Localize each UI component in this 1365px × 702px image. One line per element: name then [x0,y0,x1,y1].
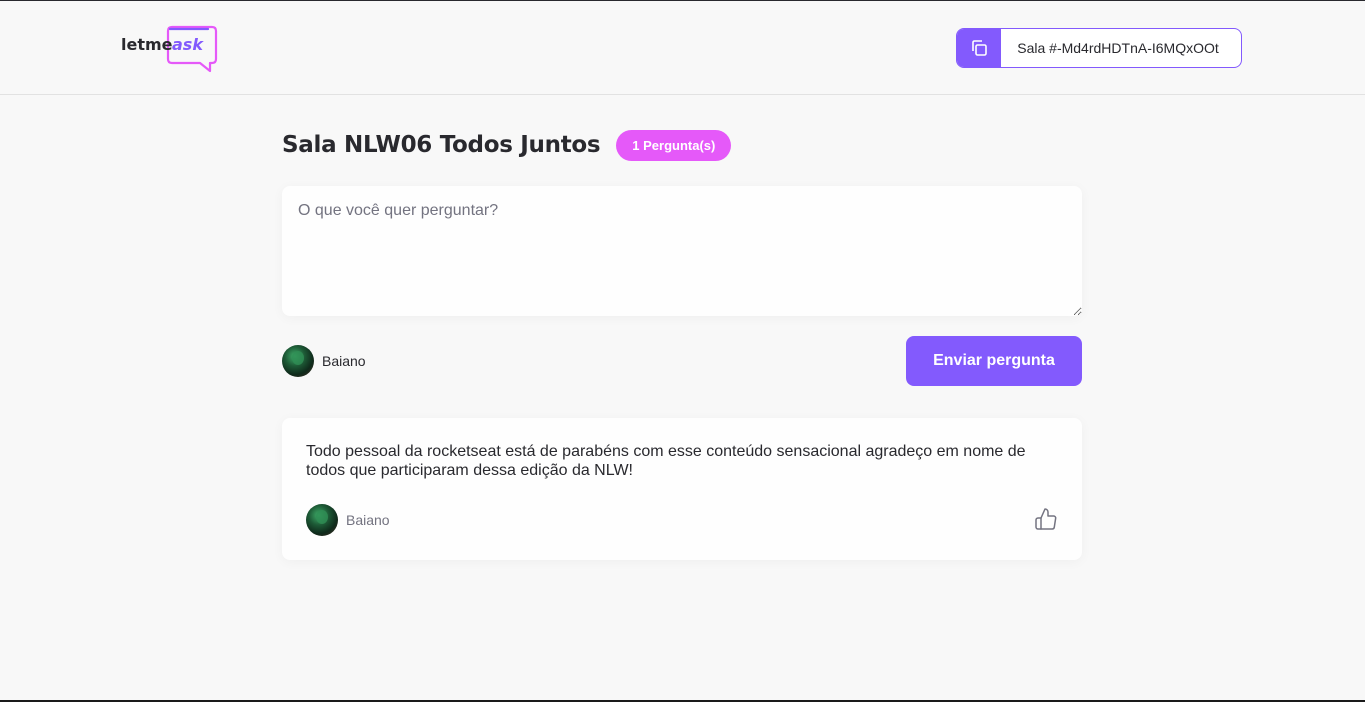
question-card: Todo pessoal da rocketseat está de parab… [282,418,1082,560]
question-footer: Baiano [306,504,1058,536]
question-count-badge: 1 Pergunta(s) [616,129,732,161]
room-code-button[interactable]: Sala #-Md4rdHDTnA-I6MQxOOt [956,28,1242,68]
page-title: Sala NLW06 Todos Juntos [282,132,601,158]
avatar [306,504,338,536]
question-list: Todo pessoal da rocketseat está de parab… [282,418,1082,560]
like-button[interactable] [1034,507,1058,534]
room-code-label: Sala #-Md4rdHDTnA-I6MQxOOt [1017,40,1219,56]
form-footer: Baiano Enviar pergunta [282,336,1082,386]
main-content: Sala NLW06 Todos Juntos 1 Pergunta(s) Ba… [282,95,1082,560]
question-author: Baiano [306,504,390,536]
user-info: Baiano [282,345,366,377]
room-title-bar: Sala NLW06 Todos Juntos 1 Pergunta(s) [282,128,1082,162]
user-name: Baiano [322,353,366,369]
thumbs-up-icon [1034,507,1058,534]
letmeask-logo: letme ask [120,23,220,73]
svg-text:letme: letme [121,35,173,54]
question-form: Baiano Enviar pergunta [282,186,1082,386]
author-name: Baiano [346,512,390,528]
avatar [282,345,314,377]
question-content: Todo pessoal da rocketseat está de parab… [306,443,1026,479]
page-header: letme ask Sala #-Md4rdHDTnA-I6MQxOOt [0,1,1365,95]
question-input[interactable] [282,186,1082,316]
send-question-button[interactable]: Enviar pergunta [906,336,1082,386]
copy-icon [957,29,1001,67]
svg-text:ask: ask [172,35,204,54]
